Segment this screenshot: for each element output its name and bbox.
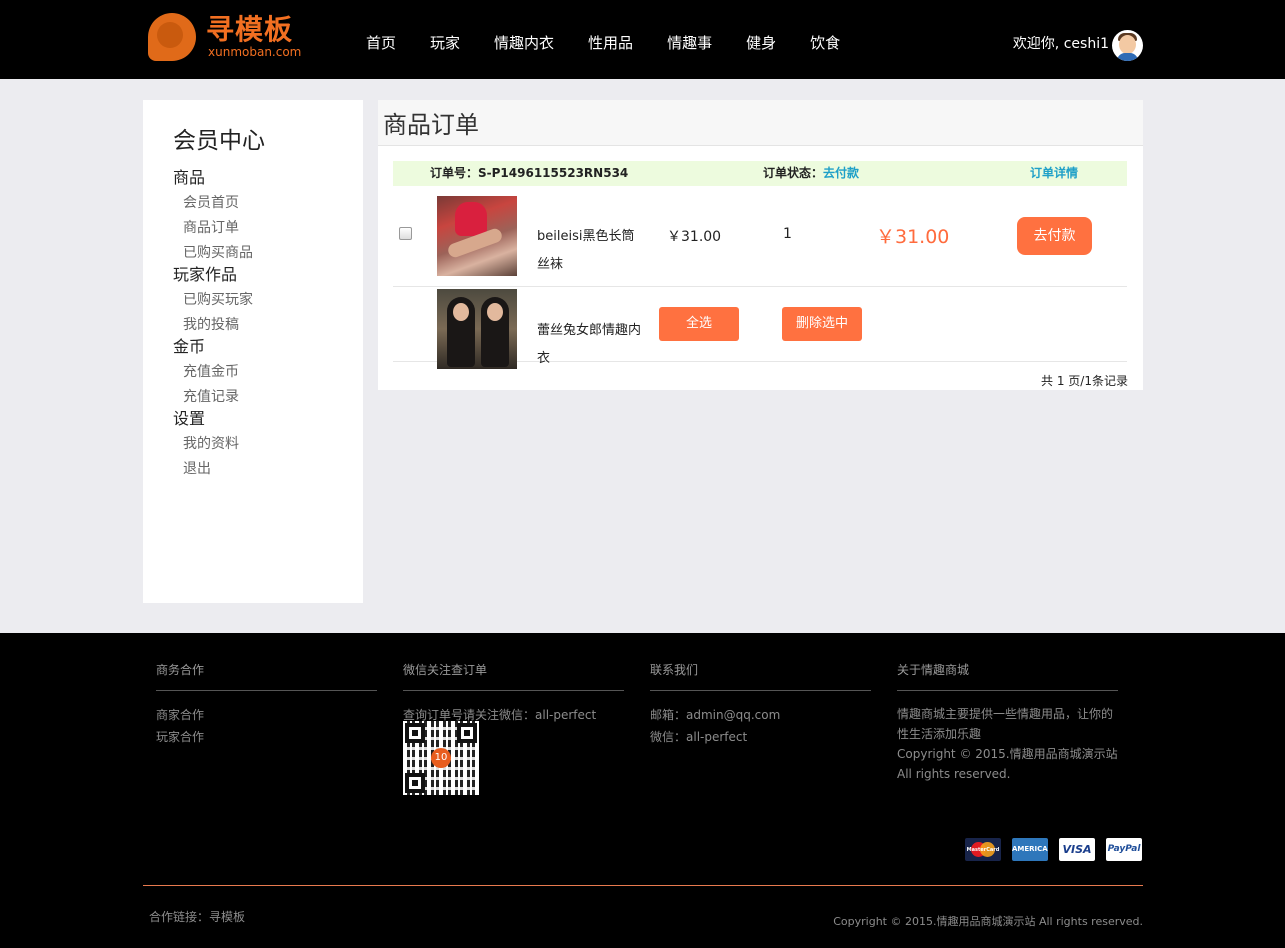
wechat-qr-code: 10: [403, 721, 479, 795]
sidebar-item-product-orders[interactable]: 商品订单: [173, 218, 363, 238]
amex-icon: AMERICAN EXPRESS: [1012, 838, 1048, 861]
unit-price: ￥31.00: [667, 229, 722, 245]
nav-item-adult-products[interactable]: 性用品: [571, 32, 650, 54]
order-item-row: beileisi黑色长筒丝袜 ￥31.00 1 ￥31.00 去付款: [393, 186, 1127, 287]
top-header: 寻模板 xunmoban.com 首页 玩家 情趣内衣 性用品 情趣事 健身 饮…: [0, 0, 1285, 79]
mastercard-icon: MasterCard: [965, 838, 1001, 861]
footer-about-copyright: Copyright © 2015.情趣用品商城演示站 All rights re…: [897, 747, 1118, 781]
site-logo[interactable]: 寻模板 xunmoban.com: [148, 12, 308, 62]
product-thumbnail[interactable]: [437, 196, 517, 276]
footer-col-wechat: 微信关注查订单 查询订单号请关注微信：all-perfect 10: [403, 663, 624, 795]
footer-divider: [143, 885, 1143, 886]
footer-col-title: 关于情趣商城: [897, 663, 1118, 691]
product-name[interactable]: 蕾丝兔女郎情趣内衣: [537, 317, 647, 373]
sidebar-group-settings: 设置: [173, 409, 206, 428]
product-name[interactable]: beileisi黑色长筒丝袜: [537, 223, 647, 279]
sidebar-group-coins: 金币: [173, 337, 206, 356]
welcome-text[interactable]: 欢迎你, ceshi1: [1013, 34, 1109, 54]
order-number: 订单号：S-P1496115523RN534: [430, 166, 629, 180]
sidebar-group-products: 商品: [173, 168, 206, 187]
sidebar-item-logout[interactable]: 退出: [173, 459, 363, 479]
qr-badge: 10: [431, 748, 451, 768]
footer-col-about: 关于情趣商城 情趣商城主要提供一些情趣用品，让你的性生活添加乐趣 Copyrig…: [897, 663, 1118, 784]
footer-col-title: 商务合作: [156, 663, 377, 691]
visa-icon: VISA: [1059, 838, 1095, 861]
sidebar-item-member-home[interactable]: 会员首页: [173, 193, 363, 213]
pagination-info: 共 1 页/1条记录: [1041, 374, 1128, 388]
site-footer: 商务合作 商家合作 玩家合作 微信关注查订单 查询订单号请关注微信：all-pe…: [0, 633, 1285, 948]
member-sidebar: 会员中心 商品 会员首页 商品订单 已购买商品 玩家作品 已购买玩家 我的投稿 …: [143, 100, 363, 603]
sidebar-group-player-works: 玩家作品: [173, 265, 238, 284]
order-detail-link[interactable]: 订单详情: [1030, 161, 1078, 186]
footer-about-text: 情趣商城主要提供一些情趣用品，让你的性生活添加乐趣: [897, 707, 1114, 741]
footer-col-title: 微信关注查订单: [403, 663, 624, 691]
delete-selected-button[interactable]: 删除选中: [782, 307, 862, 341]
sidebar-item-my-submissions[interactable]: 我的投稿: [173, 315, 363, 335]
paypal-icon: PayPal: [1106, 838, 1142, 861]
sidebar-item-purchased-players[interactable]: 已购买玩家: [173, 290, 363, 310]
logo-domain: xunmoban.com: [208, 45, 302, 59]
nav-item-diet[interactable]: 饮食: [793, 32, 857, 54]
partner-links[interactable]: 合作链接：寻模板: [149, 908, 245, 925]
footer-link-player[interactable]: 玩家合作: [156, 726, 377, 748]
footer-col-title: 联系我们: [650, 663, 871, 691]
nav-item-fitness[interactable]: 健身: [729, 32, 793, 54]
order-header: 订单号：S-P1496115523RN534 订单状态：去付款 订单详情: [393, 161, 1127, 186]
sidebar-title: 会员中心: [173, 128, 265, 154]
footer-link-merchant[interactable]: 商家合作: [156, 704, 377, 726]
orders-panel: 商品订单 订单号：S-P1496115523RN534 订单状态：去付款 订单详…: [378, 100, 1143, 390]
logo-text: 寻模板: [206, 13, 294, 46]
payment-icons: MasterCard AMERICAN EXPRESS VISA PayPal: [965, 838, 1142, 861]
footer-col-contact: 联系我们 邮箱：admin@qq.com 微信：all-perfect: [650, 663, 871, 748]
sidebar-item-recharge-coins[interactable]: 充值金币: [173, 362, 363, 382]
order-status: 订单状态：去付款: [763, 166, 860, 180]
nav-item-stories[interactable]: 情趣事: [650, 32, 729, 54]
item-total: ￥31.00: [876, 226, 950, 248]
item-checkbox[interactable]: [399, 227, 412, 240]
footer-col-business: 商务合作 商家合作 玩家合作: [156, 663, 377, 748]
sidebar-item-my-profile[interactable]: 我的资料: [173, 434, 363, 454]
main-nav: 首页 玩家 情趣内衣 性用品 情趣事 健身 饮食: [349, 32, 857, 54]
footer-copyright: Copyright © 2015.情趣用品商城演示站 All rights re…: [833, 915, 1143, 928]
order-status-pay-link[interactable]: 去付款: [823, 166, 859, 180]
select-all-button[interactable]: 全选: [659, 307, 739, 341]
order-item-row: 蕾丝兔女郎情趣内衣 全选 删除选中: [393, 287, 1127, 369]
nav-item-home[interactable]: 首页: [349, 32, 413, 54]
product-thumbnail[interactable]: [437, 289, 517, 369]
logo-mark-icon: [148, 13, 196, 61]
footer-wechat: 微信：all-perfect: [650, 730, 748, 744]
pay-button[interactable]: 去付款: [1017, 217, 1092, 255]
sidebar-item-recharge-records[interactable]: 充值记录: [173, 387, 363, 407]
quantity: 1: [783, 226, 792, 242]
sidebar-item-purchased-products[interactable]: 已购买商品: [173, 243, 363, 263]
page-title: 商品订单: [378, 100, 1143, 146]
user-avatar[interactable]: [1112, 30, 1143, 61]
nav-item-players[interactable]: 玩家: [413, 32, 477, 54]
nav-item-lingerie[interactable]: 情趣内衣: [477, 32, 571, 54]
footer-email: 邮箱：admin@qq.com: [650, 708, 781, 722]
